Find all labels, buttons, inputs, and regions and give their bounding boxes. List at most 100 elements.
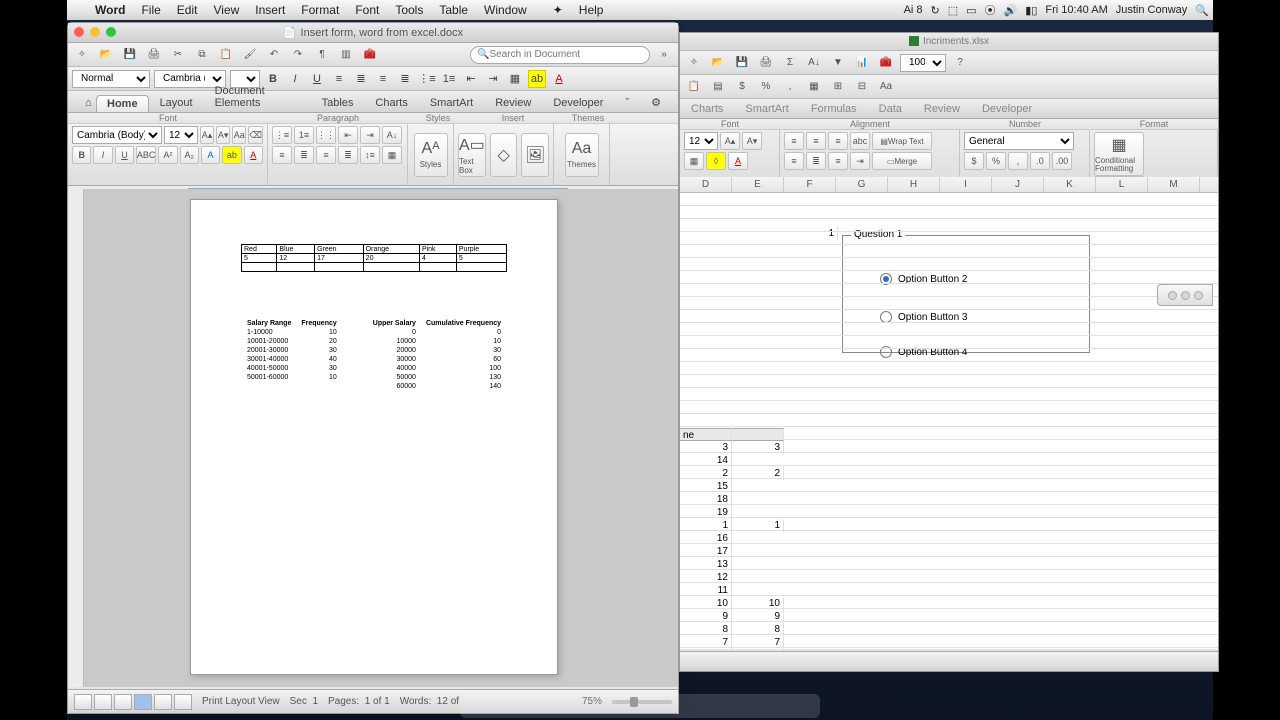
xl-shrink-icon[interactable]: A▾ — [742, 132, 762, 150]
background-window-traffic[interactable] — [1157, 284, 1213, 306]
col-header-H[interactable]: H — [888, 177, 940, 192]
cell-d[interactable]: 2 — [680, 467, 732, 480]
menu-help[interactable]: Help — [571, 0, 612, 20]
open-icon[interactable]: 📂 — [96, 46, 116, 64]
grow-font-icon[interactable]: A▴ — [200, 126, 214, 144]
align-c-icon[interactable]: ≣ — [294, 146, 314, 164]
tab-smartart[interactable]: SmartArt — [419, 94, 484, 112]
shape-button[interactable]: ◇ — [490, 133, 518, 177]
cell-d[interactable]: 13 — [680, 558, 732, 571]
cell-d[interactable]: 10 — [680, 597, 732, 610]
font-color2-icon[interactable]: A — [244, 146, 263, 164]
search-input[interactable] — [489, 49, 629, 60]
tab-developer[interactable]: Developer — [542, 94, 614, 112]
xl-delete-icon[interactable]: ⊟ — [852, 78, 872, 96]
save-icon[interactable]: 💾 — [120, 46, 140, 64]
line-spacing-icon[interactable]: ↕≡ — [360, 146, 380, 164]
expand-icon[interactable]: » — [654, 46, 674, 64]
align-l-icon[interactable]: ≡ — [272, 146, 292, 164]
underline-icon[interactable]: U — [115, 146, 134, 164]
menu-tools[interactable]: Tools — [387, 0, 431, 20]
col-header-K[interactable]: K — [1044, 177, 1096, 192]
script-menu-icon[interactable]: ✦ — [545, 0, 571, 20]
xl-cur-icon[interactable]: $ — [964, 152, 984, 170]
xl-percent-icon[interactable]: % — [756, 78, 776, 96]
xl-sum-icon[interactable]: Σ — [780, 54, 800, 72]
user-menu[interactable]: Justin Conway — [1112, 4, 1192, 16]
xl-al-b-icon[interactable]: ≡ — [828, 132, 848, 150]
xl-open-icon[interactable]: 📂 — [708, 54, 728, 72]
close-icon[interactable] — [74, 27, 84, 37]
tab-home[interactable]: Home — [96, 95, 149, 112]
tab-review[interactable]: Review — [484, 94, 542, 112]
xl-wrap-button[interactable]: ▤ Wrap Text — [872, 132, 932, 150]
cell-d[interactable]: 8 — [680, 623, 732, 636]
cell-e[interactable]: 9 — [732, 610, 784, 623]
search-in-document[interactable]: 🔍 — [470, 46, 650, 64]
toolbox-icon[interactable]: 🧰 — [360, 46, 380, 64]
xl-fontc-icon[interactable]: A — [728, 152, 748, 170]
xl-merge-button[interactable]: ▭ Merge — [872, 152, 932, 170]
align-left-icon[interactable]: ≡ — [330, 70, 348, 88]
cell-d[interactable]: 3 — [680, 441, 732, 454]
clock[interactable]: Fri 10:40 AM — [1041, 4, 1111, 16]
highlight2-icon[interactable]: ab — [222, 146, 241, 164]
cell-d[interactable]: ne — [680, 428, 732, 441]
cell-d[interactable]: 18 — [680, 493, 732, 506]
display-icon[interactable]: ▭ — [962, 4, 980, 17]
style-select[interactable]: Normal — [72, 70, 150, 88]
xl-border-icon[interactable]: ▦ — [684, 152, 704, 170]
xl-numformat[interactable]: General — [964, 132, 1074, 150]
tab-layout[interactable]: Layout — [149, 94, 204, 112]
xl-com-icon[interactable]: , — [1008, 152, 1028, 170]
vertical-ruler[interactable] — [68, 189, 84, 687]
cell-e[interactable]: 1 — [732, 519, 784, 532]
col-header-E[interactable]: E — [732, 177, 784, 192]
copy-icon[interactable]: ⧉ — [192, 46, 212, 64]
xl-tab-charts[interactable]: Charts — [680, 100, 734, 118]
collapse-ribbon-icon[interactable]: ˇ — [614, 94, 640, 112]
xl-paste-icon[interactable]: 📋 — [684, 78, 704, 96]
xl-tab-review[interactable]: Review — [913, 100, 971, 118]
outdent-icon[interactable]: ⇤ — [462, 70, 480, 88]
align-right-icon[interactable]: ≡ — [374, 70, 392, 88]
cell-e[interactable] — [732, 428, 784, 441]
col-header-I[interactable]: I — [940, 177, 992, 192]
app-menu[interactable]: Word — [87, 0, 133, 20]
xl-zoom-select[interactable]: 100% — [900, 54, 946, 72]
cell-d[interactable]: 1 — [680, 519, 732, 532]
indent-icon[interactable]: ⇥ — [484, 70, 502, 88]
cell-e[interactable]: 7 — [732, 636, 784, 649]
zoom-icon[interactable] — [106, 27, 116, 37]
menu-view[interactable]: View — [205, 0, 247, 20]
xl-borders-icon[interactable]: ▦ — [804, 78, 824, 96]
xl-fill-icon[interactable]: ▤ — [708, 78, 728, 96]
multilevel-icon[interactable]: ⋮⋮ — [316, 126, 336, 144]
spotlight-icon[interactable]: 🔍 — [1191, 4, 1213, 17]
bold-icon[interactable]: B — [72, 146, 91, 164]
col-header-L[interactable]: L — [1096, 177, 1148, 192]
align-r-icon[interactable]: ≡ — [316, 146, 336, 164]
cell-d[interactable]: 11 — [680, 584, 732, 597]
minimize-icon[interactable] — [90, 27, 100, 37]
xl-tab-formulas[interactable]: Formulas — [800, 100, 868, 118]
clear-format-icon[interactable]: ⌫ — [248, 126, 263, 144]
wifi-icon[interactable]: ⦿ — [981, 2, 1000, 18]
menu-font[interactable]: Font — [347, 0, 387, 20]
numbers2-icon[interactable]: 1≡ — [294, 126, 314, 144]
underline-button[interactable]: U — [308, 70, 326, 88]
cell-e[interactable]: 8 — [732, 623, 784, 636]
xl-comma-icon[interactable]: , — [780, 78, 800, 96]
tab-document-elements[interactable]: Document Elements — [204, 82, 311, 112]
xl-al-t-icon[interactable]: ≡ — [784, 132, 804, 150]
borders-icon[interactable]: ▦ — [506, 70, 524, 88]
cell-d[interactable]: 19 — [680, 506, 732, 519]
xl-al-r-icon[interactable]: ≡ — [828, 152, 848, 170]
ribbon-settings-icon[interactable]: ⚙ — [640, 93, 672, 112]
sidebar-toggle-icon[interactable]: ▥ — [336, 46, 356, 64]
xl-print-icon[interactable]: 🖨 — [756, 54, 776, 72]
bullets-icon[interactable]: ⋮≡ — [418, 70, 436, 88]
xl-insert-icon[interactable]: ⊞ — [828, 78, 848, 96]
cell-d[interactable]: 17 — [680, 545, 732, 558]
menu-edit[interactable]: Edit — [169, 0, 206, 20]
